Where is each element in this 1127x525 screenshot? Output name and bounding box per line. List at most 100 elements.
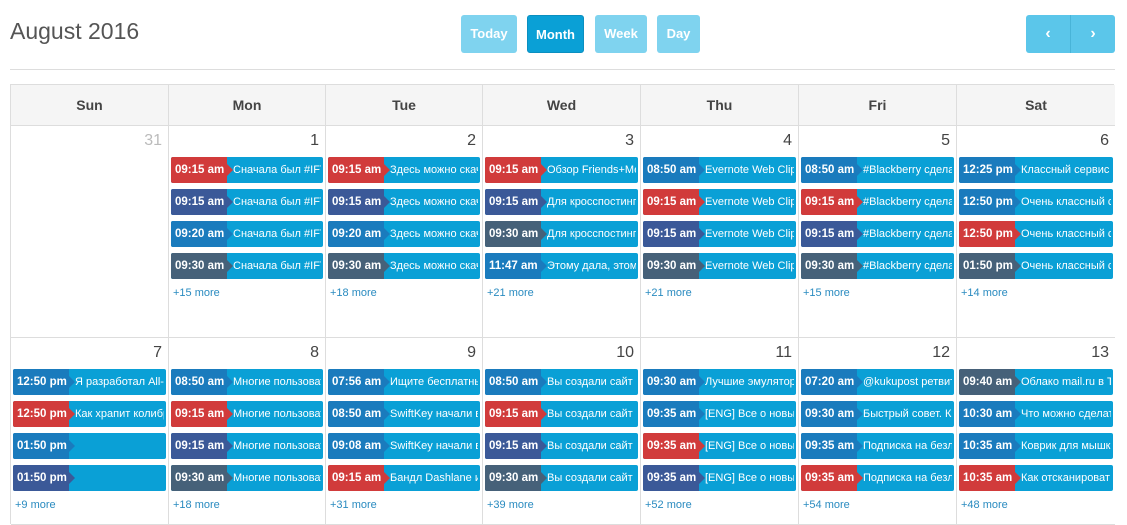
more-events-link[interactable]: +9 more [15, 499, 56, 511]
more-events-link[interactable]: +21 more [645, 287, 692, 299]
day-number[interactable]: 10 [616, 344, 634, 362]
more-events-link[interactable]: +48 more [961, 499, 1008, 511]
day-cell[interactable]: 9 07:56 amИщите бесплатный 08:50 amSwiftKe… [326, 338, 483, 525]
more-events-link[interactable]: +52 more [645, 499, 692, 511]
calendar-event[interactable]: 09:15 am Для кросспостинга [485, 189, 638, 215]
calendar-event[interactable]: 08:50 amSwiftKey начали вы [328, 401, 480, 427]
calendar-event[interactable]: 12:50 pmКак храпит колибри [13, 401, 166, 427]
day-cell[interactable]: 4 08:50 amEvernote Web Clipper 09:15 amEve… [641, 126, 799, 338]
calendar-event[interactable]: 09:15 amEvernote Web Clipper [643, 221, 796, 247]
day-number[interactable]: 31 [144, 132, 162, 150]
calendar-event[interactable]: 10:35 am Коврик для мышки [959, 433, 1113, 459]
more-events-link[interactable]: +31 more [330, 499, 377, 511]
calendar-event[interactable]: 09:20 amЗдесь можно скачать [328, 221, 480, 247]
day-number[interactable]: 2 [467, 132, 476, 150]
day-cell[interactable]: 12 07:20 am @kukupost ретвит 09:30 am Быстры… [799, 338, 957, 525]
calendar-event[interactable]: 12:50 pmОчень классный сервис [959, 221, 1113, 247]
calendar-event[interactable]: 01:50 pmОчень классный сервис [959, 253, 1113, 279]
day-cell[interactable]: 1 09:15 amСначала был #IFTTT 09:15 amСнача… [169, 126, 326, 338]
day-cell[interactable]: 3 09:15 am Обзор Friends+Me. 09:15 am Для кр… [483, 126, 641, 338]
calendar-event[interactable]: 01:50 pm [13, 465, 166, 491]
day-number[interactable]: 12 [932, 344, 950, 362]
calendar-event[interactable]: 09:35 am [ENG] Все о новых [643, 401, 796, 427]
week-view-button[interactable]: Week [595, 15, 647, 53]
calendar-event[interactable]: 09:30 am Для кросспостинга [485, 221, 638, 247]
calendar-event[interactable]: 10:35 am Как отсканироват [959, 465, 1113, 491]
more-events-link[interactable]: +18 more [173, 499, 220, 511]
day-cell[interactable]: 10 08:50 am Вы создали сайт и 09:15 am Вы со… [483, 338, 641, 525]
more-events-link[interactable]: +54 more [803, 499, 850, 511]
calendar-event[interactable]: 09:15 amБандл Dashlane и L [328, 465, 480, 491]
calendar-event[interactable]: 08:50 am Вы создали сайт и [485, 369, 638, 395]
more-events-link[interactable]: +14 more [961, 287, 1008, 299]
next-button[interactable]: › [1071, 15, 1115, 53]
calendar-event[interactable]: 09:08 amSwiftKey начали вы [328, 433, 480, 459]
calendar-event[interactable]: 09:35 am Подписка на безл [801, 433, 954, 459]
calendar-event[interactable]: 09:15 am#Blackberry сделала [801, 221, 954, 247]
day-number[interactable]: 4 [783, 132, 792, 150]
day-number[interactable]: 7 [153, 344, 162, 362]
prev-button[interactable]: ‹ [1026, 15, 1071, 53]
more-events-link[interactable]: +15 more [173, 287, 220, 299]
calendar-event[interactable]: 11:47 am Этому дала, этому [485, 253, 638, 279]
day-cell[interactable]: 13 09:40 am Облако mail.ru в То 10:30 am Что… [957, 338, 1115, 525]
more-events-link[interactable]: +15 more [803, 287, 850, 299]
calendar-event[interactable]: 01:50 pm [13, 433, 166, 459]
more-events-link[interactable]: +21 more [487, 287, 534, 299]
today-button[interactable]: Today [461, 15, 517, 53]
calendar-event[interactable]: 09:15 amМногие пользователи [171, 401, 323, 427]
month-view-button[interactable]: Month [527, 15, 584, 53]
calendar-event[interactable]: 09:35 am Подписка на безл [801, 465, 954, 491]
day-number[interactable]: 9 [467, 344, 476, 362]
day-cell[interactable]: 8 08:50 amМногие пользователи 09:15 amМног… [169, 338, 326, 525]
day-number[interactable]: 1 [310, 132, 319, 150]
day-number[interactable]: 8 [310, 344, 319, 362]
day-cell[interactable]: 2 09:15 amЗдесь можно скачать 09:15 amЗдес… [326, 126, 483, 338]
day-cell[interactable]: 7 12:50 pmЯ разработал All-in-one 12:50 pm… [11, 338, 169, 525]
calendar-event[interactable]: 12:50 pmОчень классный сервис [959, 189, 1113, 215]
calendar-event[interactable]: 09:30 am Быстрый совет. Ка [801, 401, 954, 427]
calendar-event[interactable]: 09:30 am Лучшие эмуляторы [643, 369, 796, 395]
day-number[interactable]: 3 [625, 132, 634, 150]
calendar-event[interactable]: 09:35 am [ENG] Все о новых [643, 465, 796, 491]
day-cell[interactable]: 5 08:50 am#Blackberry сделала 09:15 am#Bla… [799, 126, 957, 338]
calendar-event[interactable]: 08:50 amМногие пользователи [171, 369, 323, 395]
day-number[interactable]: 5 [941, 132, 950, 150]
calendar-event[interactable]: 09:15 amEvernote Web Clipper [643, 189, 796, 215]
calendar-event[interactable]: 09:15 am Вы создали сайт и [485, 401, 638, 427]
calendar-event[interactable]: 10:30 am Что можно сделат [959, 401, 1113, 427]
calendar-event[interactable]: 09:30 am Вы создали сайт и [485, 465, 638, 491]
calendar-event[interactable]: 09:15 amМногие пользователи [171, 433, 323, 459]
day-cell[interactable]: 31 [11, 126, 169, 338]
calendar-event[interactable]: 09:30 amEvernote Web Clipper [643, 253, 796, 279]
calendar-event[interactable]: 09:30 amСначала был #IFTTT [171, 253, 323, 279]
calendar-event[interactable]: 09:15 am Обзор Friends+Me. [485, 157, 638, 183]
day-view-button[interactable]: Day [657, 15, 700, 53]
day-number[interactable]: 13 [1091, 344, 1109, 362]
calendar-event[interactable]: 09:30 am#Blackberry сделала [801, 253, 954, 279]
calendar-event[interactable]: 09:30 amМногие пользователи [171, 465, 323, 491]
more-events-link[interactable]: +18 more [330, 287, 377, 299]
calendar-event[interactable]: 09:30 amЗдесь можно скачать [328, 253, 480, 279]
calendar-event[interactable]: 12:50 pmЯ разработал All-in-one [13, 369, 166, 395]
calendar-event[interactable]: 09:15 amЗдесь можно скачать [328, 157, 480, 183]
calendar-event[interactable]: 09:15 am Вы создали сайт и [485, 433, 638, 459]
event-time: 09:30 am [643, 253, 705, 279]
calendar-event[interactable]: 09:20 amСначала был #IFTTT [171, 221, 323, 247]
calendar-event[interactable]: 09:35 am [ENG] Все о новых [643, 433, 796, 459]
calendar-event[interactable]: 08:50 amEvernote Web Clipper [643, 157, 796, 183]
day-cell[interactable]: 6 12:25 pmКлассный сервис для 12:50 pmОчен… [957, 126, 1115, 338]
day-number[interactable]: 6 [1100, 132, 1109, 150]
calendar-event[interactable]: 09:15 amСначала был #IFTTT [171, 157, 323, 183]
more-events-link[interactable]: +39 more [487, 499, 534, 511]
day-number[interactable]: 11 [775, 344, 792, 362]
calendar-event[interactable]: 09:40 am Облако mail.ru в То [959, 369, 1113, 395]
day-cell[interactable]: 11 09:30 am Лучшие эмуляторы 09:35 am [ENG] … [641, 338, 799, 525]
calendar-event[interactable]: 12:25 pmКлассный сервис для [959, 157, 1113, 183]
calendar-event[interactable]: 08:50 am#Blackberry сделала [801, 157, 954, 183]
calendar-event[interactable]: 07:20 am @kukupost ретвит [801, 369, 954, 395]
calendar-event[interactable]: 09:15 am#Blackberry сделала [801, 189, 954, 215]
calendar-event[interactable]: 09:15 amЗдесь можно скачать [328, 189, 480, 215]
calendar-event[interactable]: 09:15 amСначала был #IFTTT [171, 189, 323, 215]
calendar-event[interactable]: 07:56 amИщите бесплатный [328, 369, 480, 395]
